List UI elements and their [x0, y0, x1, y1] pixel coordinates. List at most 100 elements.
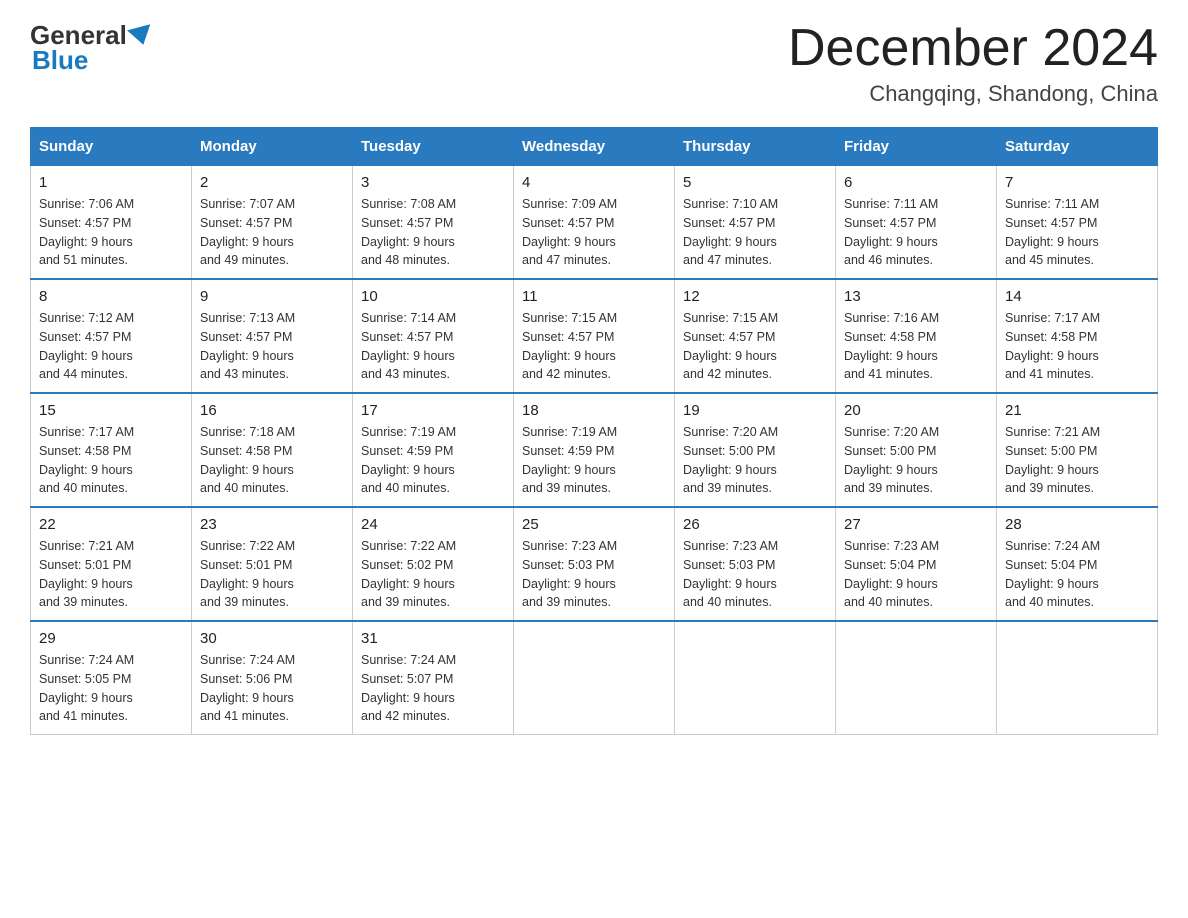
day-number: 20 — [844, 402, 988, 419]
header-row: SundayMondayTuesdayWednesdayThursdayFrid… — [31, 128, 1158, 166]
day-number: 24 — [361, 516, 505, 533]
day-info: Sunrise: 7:15 AM Sunset: 4:57 PM Dayligh… — [522, 309, 666, 384]
day-cell: 15 Sunrise: 7:17 AM Sunset: 4:58 PM Dayl… — [31, 393, 192, 507]
day-number: 27 — [844, 516, 988, 533]
day-cell — [836, 621, 997, 735]
day-info: Sunrise: 7:12 AM Sunset: 4:57 PM Dayligh… — [39, 309, 183, 384]
day-info: Sunrise: 7:24 AM Sunset: 5:05 PM Dayligh… — [39, 651, 183, 726]
day-number: 23 — [200, 516, 344, 533]
day-number: 31 — [361, 630, 505, 647]
day-cell: 2 Sunrise: 7:07 AM Sunset: 4:57 PM Dayli… — [192, 166, 353, 280]
day-info: Sunrise: 7:13 AM Sunset: 4:57 PM Dayligh… — [200, 309, 344, 384]
day-info: Sunrise: 7:20 AM Sunset: 5:00 PM Dayligh… — [683, 423, 827, 498]
day-info: Sunrise: 7:11 AM Sunset: 4:57 PM Dayligh… — [844, 195, 988, 270]
day-info: Sunrise: 7:23 AM Sunset: 5:03 PM Dayligh… — [683, 537, 827, 612]
day-info: Sunrise: 7:10 AM Sunset: 4:57 PM Dayligh… — [683, 195, 827, 270]
day-cell: 19 Sunrise: 7:20 AM Sunset: 5:00 PM Dayl… — [675, 393, 836, 507]
day-number: 17 — [361, 402, 505, 419]
calendar-table: SundayMondayTuesdayWednesdayThursdayFrid… — [30, 127, 1158, 735]
header-cell-tuesday: Tuesday — [353, 128, 514, 166]
day-cell: 21 Sunrise: 7:21 AM Sunset: 5:00 PM Dayl… — [997, 393, 1158, 507]
day-cell: 12 Sunrise: 7:15 AM Sunset: 4:57 PM Dayl… — [675, 279, 836, 393]
day-cell: 9 Sunrise: 7:13 AM Sunset: 4:57 PM Dayli… — [192, 279, 353, 393]
week-row-3: 15 Sunrise: 7:17 AM Sunset: 4:58 PM Dayl… — [31, 393, 1158, 507]
day-number: 26 — [683, 516, 827, 533]
day-cell: 4 Sunrise: 7:09 AM Sunset: 4:57 PM Dayli… — [514, 166, 675, 280]
day-cell: 28 Sunrise: 7:24 AM Sunset: 5:04 PM Dayl… — [997, 507, 1158, 621]
header-cell-sunday: Sunday — [31, 128, 192, 166]
day-number: 30 — [200, 630, 344, 647]
day-cell: 13 Sunrise: 7:16 AM Sunset: 4:58 PM Dayl… — [836, 279, 997, 393]
header-cell-monday: Monday — [192, 128, 353, 166]
day-cell: 7 Sunrise: 7:11 AM Sunset: 4:57 PM Dayli… — [997, 166, 1158, 280]
day-cell: 1 Sunrise: 7:06 AM Sunset: 4:57 PM Dayli… — [31, 166, 192, 280]
day-info: Sunrise: 7:14 AM Sunset: 4:57 PM Dayligh… — [361, 309, 505, 384]
day-cell — [675, 621, 836, 735]
day-cell: 30 Sunrise: 7:24 AM Sunset: 5:06 PM Dayl… — [192, 621, 353, 735]
day-info: Sunrise: 7:20 AM Sunset: 5:00 PM Dayligh… — [844, 423, 988, 498]
day-cell: 10 Sunrise: 7:14 AM Sunset: 4:57 PM Dayl… — [353, 279, 514, 393]
logo-blue-text: Blue — [32, 45, 88, 75]
day-number: 10 — [361, 288, 505, 305]
week-row-5: 29 Sunrise: 7:24 AM Sunset: 5:05 PM Dayl… — [31, 621, 1158, 735]
day-info: Sunrise: 7:06 AM Sunset: 4:57 PM Dayligh… — [39, 195, 183, 270]
day-info: Sunrise: 7:08 AM Sunset: 4:57 PM Dayligh… — [361, 195, 505, 270]
day-info: Sunrise: 7:19 AM Sunset: 4:59 PM Dayligh… — [361, 423, 505, 498]
day-info: Sunrise: 7:07 AM Sunset: 4:57 PM Dayligh… — [200, 195, 344, 270]
day-cell: 27 Sunrise: 7:23 AM Sunset: 5:04 PM Dayl… — [836, 507, 997, 621]
day-number: 22 — [39, 516, 183, 533]
day-number: 29 — [39, 630, 183, 647]
day-number: 4 — [522, 174, 666, 191]
day-cell: 3 Sunrise: 7:08 AM Sunset: 4:57 PM Dayli… — [353, 166, 514, 280]
week-row-1: 1 Sunrise: 7:06 AM Sunset: 4:57 PM Dayli… — [31, 166, 1158, 280]
day-number: 11 — [522, 288, 666, 305]
day-cell: 31 Sunrise: 7:24 AM Sunset: 5:07 PM Dayl… — [353, 621, 514, 735]
day-cell: 18 Sunrise: 7:19 AM Sunset: 4:59 PM Dayl… — [514, 393, 675, 507]
day-info: Sunrise: 7:21 AM Sunset: 5:00 PM Dayligh… — [1005, 423, 1149, 498]
day-number: 5 — [683, 174, 827, 191]
day-info: Sunrise: 7:11 AM Sunset: 4:57 PM Dayligh… — [1005, 195, 1149, 270]
day-cell: 5 Sunrise: 7:10 AM Sunset: 4:57 PM Dayli… — [675, 166, 836, 280]
day-cell — [997, 621, 1158, 735]
day-number: 28 — [1005, 516, 1149, 533]
day-info: Sunrise: 7:21 AM Sunset: 5:01 PM Dayligh… — [39, 537, 183, 612]
day-info: Sunrise: 7:22 AM Sunset: 5:02 PM Dayligh… — [361, 537, 505, 612]
day-info: Sunrise: 7:24 AM Sunset: 5:07 PM Dayligh… — [361, 651, 505, 726]
logo-arrow-icon — [127, 24, 155, 48]
calendar-header: SundayMondayTuesdayWednesdayThursdayFrid… — [31, 128, 1158, 166]
day-number: 2 — [200, 174, 344, 191]
logo: General Blue — [30, 20, 155, 76]
day-cell: 25 Sunrise: 7:23 AM Sunset: 5:03 PM Dayl… — [514, 507, 675, 621]
day-info: Sunrise: 7:22 AM Sunset: 5:01 PM Dayligh… — [200, 537, 344, 612]
day-cell: 29 Sunrise: 7:24 AM Sunset: 5:05 PM Dayl… — [31, 621, 192, 735]
day-cell: 22 Sunrise: 7:21 AM Sunset: 5:01 PM Dayl… — [31, 507, 192, 621]
day-number: 14 — [1005, 288, 1149, 305]
header-cell-friday: Friday — [836, 128, 997, 166]
day-cell: 16 Sunrise: 7:18 AM Sunset: 4:58 PM Dayl… — [192, 393, 353, 507]
day-info: Sunrise: 7:24 AM Sunset: 5:06 PM Dayligh… — [200, 651, 344, 726]
day-number: 13 — [844, 288, 988, 305]
day-cell: 26 Sunrise: 7:23 AM Sunset: 5:03 PM Dayl… — [675, 507, 836, 621]
header-cell-saturday: Saturday — [997, 128, 1158, 166]
day-info: Sunrise: 7:17 AM Sunset: 4:58 PM Dayligh… — [1005, 309, 1149, 384]
day-info: Sunrise: 7:15 AM Sunset: 4:57 PM Dayligh… — [683, 309, 827, 384]
calendar-location: Changqing, Shandong, China — [788, 81, 1158, 107]
day-info: Sunrise: 7:23 AM Sunset: 5:03 PM Dayligh… — [522, 537, 666, 612]
day-number: 6 — [844, 174, 988, 191]
day-cell: 17 Sunrise: 7:19 AM Sunset: 4:59 PM Dayl… — [353, 393, 514, 507]
day-number: 12 — [683, 288, 827, 305]
day-number: 9 — [200, 288, 344, 305]
week-row-2: 8 Sunrise: 7:12 AM Sunset: 4:57 PM Dayli… — [31, 279, 1158, 393]
day-info: Sunrise: 7:18 AM Sunset: 4:58 PM Dayligh… — [200, 423, 344, 498]
day-cell: 14 Sunrise: 7:17 AM Sunset: 4:58 PM Dayl… — [997, 279, 1158, 393]
day-info: Sunrise: 7:19 AM Sunset: 4:59 PM Dayligh… — [522, 423, 666, 498]
day-cell: 20 Sunrise: 7:20 AM Sunset: 5:00 PM Dayl… — [836, 393, 997, 507]
calendar-month-year: December 2024 — [788, 20, 1158, 77]
day-number: 16 — [200, 402, 344, 419]
day-cell: 23 Sunrise: 7:22 AM Sunset: 5:01 PM Dayl… — [192, 507, 353, 621]
header-cell-wednesday: Wednesday — [514, 128, 675, 166]
header-cell-thursday: Thursday — [675, 128, 836, 166]
day-number: 25 — [522, 516, 666, 533]
day-number: 21 — [1005, 402, 1149, 419]
day-cell: 6 Sunrise: 7:11 AM Sunset: 4:57 PM Dayli… — [836, 166, 997, 280]
